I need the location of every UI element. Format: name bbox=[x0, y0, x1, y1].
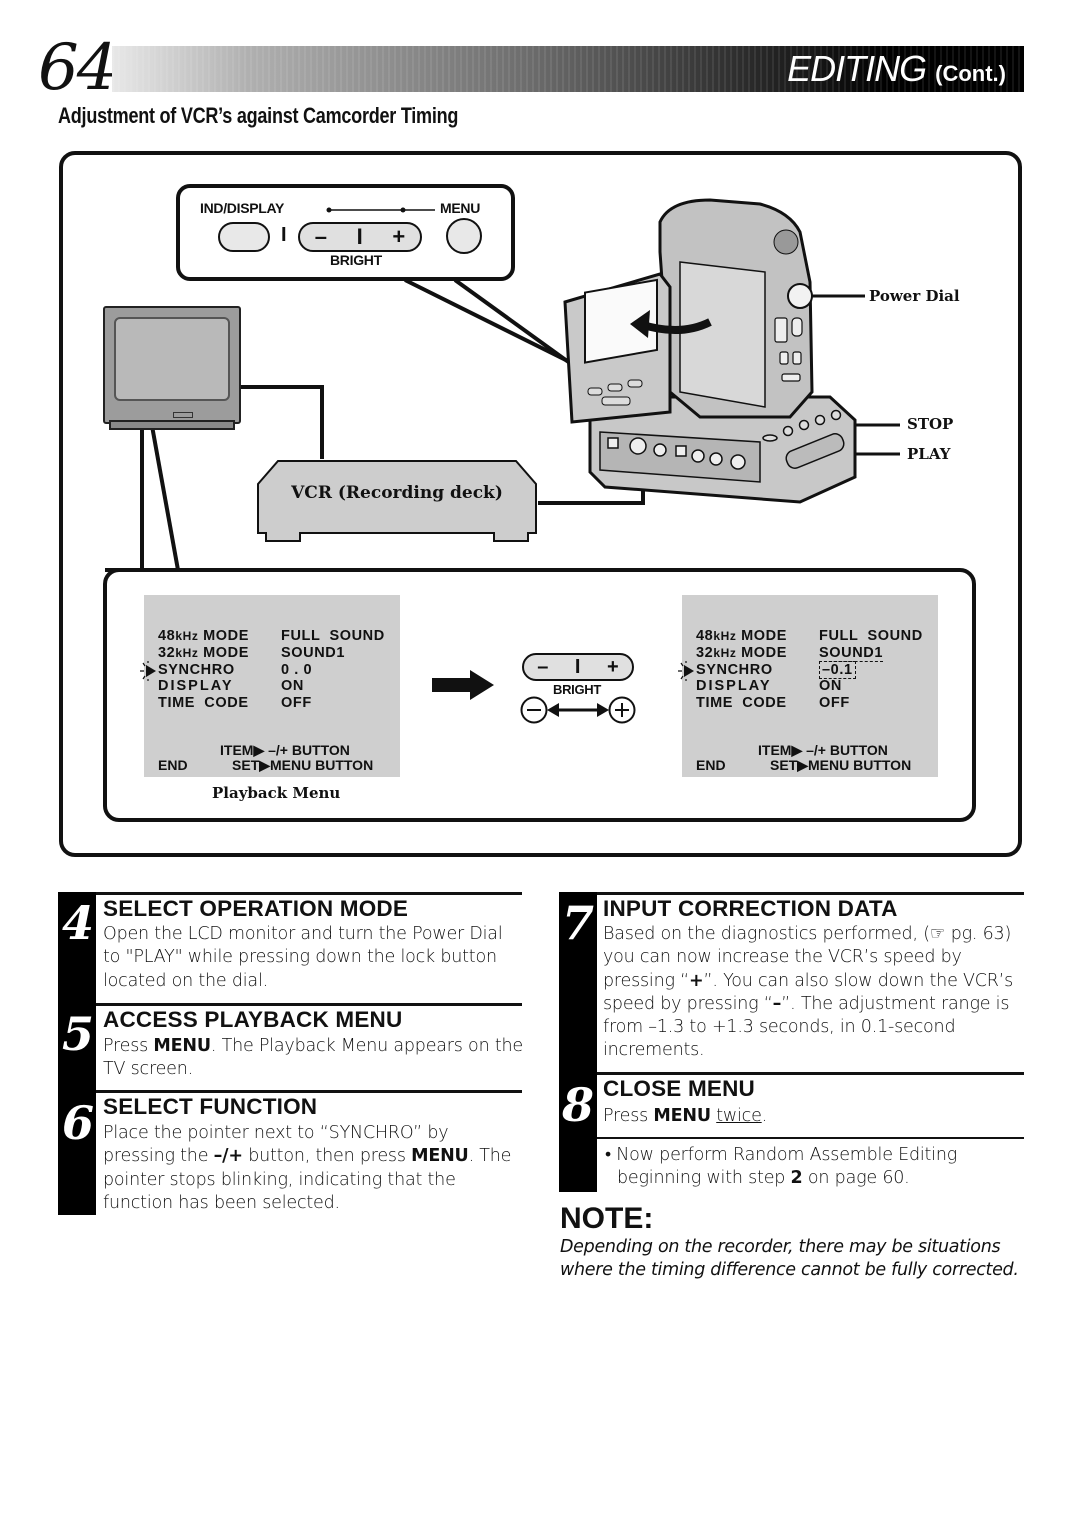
step-8-heading: CLOSE MENU bbox=[603, 1076, 756, 1101]
blinking-pointer-icon bbox=[678, 661, 694, 681]
step-8-rule bbox=[597, 1072, 1024, 1075]
menu-footer-set: SET▶MENU BUTTON bbox=[770, 757, 912, 773]
chapter-title-suffix: (Cont.) bbox=[935, 61, 1006, 86]
menu-label: MENU bbox=[440, 200, 481, 216]
television bbox=[103, 306, 241, 432]
chapter-header-bar: EDITING (Cont.) bbox=[112, 46, 1024, 92]
menu-row-time-code: TIME CODE OFF bbox=[158, 695, 312, 711]
minus-glyph: – bbox=[314, 224, 328, 249]
menu-row-synchro: SYNCHRO 0 . 0 bbox=[158, 662, 313, 678]
menu-footer-end: END bbox=[158, 757, 188, 773]
bright-label: BRIGHT bbox=[330, 252, 382, 268]
step-7-rule bbox=[597, 892, 1024, 895]
section-title: Adjustment of VCR’s against Camcorder Ti… bbox=[58, 103, 459, 128]
menu-footer-end-row: END SET▶MENU BUTTON bbox=[696, 757, 911, 773]
note-heading: NOTE: bbox=[560, 1202, 654, 1235]
page-number: 64 bbox=[38, 31, 117, 105]
menu-row-32khz: 32kHz MODE SOUND1 bbox=[696, 645, 884, 662]
tv-stand bbox=[109, 420, 235, 430]
transition-arrow-icon bbox=[432, 670, 494, 700]
menu-row-synchro: SYNCHRO –0.1 bbox=[696, 661, 856, 679]
step-6-body: Place the pointer next to “SYNCHRO” by p… bbox=[103, 1123, 512, 1213]
chapter-title-text: EDITING bbox=[787, 48, 927, 89]
ind-display-button[interactable] bbox=[218, 222, 270, 252]
step-6-number: 6 bbox=[62, 1096, 95, 1150]
step-5-number: 5 bbox=[62, 1007, 95, 1061]
menu-row-32khz: 32kHz MODE SOUND1 bbox=[158, 645, 346, 661]
blinking-pointer-icon bbox=[140, 661, 156, 681]
minus-plus-direction-icon bbox=[520, 696, 636, 724]
tv-body bbox=[103, 306, 241, 424]
step-5-rule bbox=[96, 1003, 522, 1006]
chapter-title: EDITING (Cont.) bbox=[787, 49, 1006, 94]
tv-screen bbox=[114, 317, 230, 401]
bright-indicator-line bbox=[326, 207, 435, 213]
step-4-rule bbox=[96, 892, 522, 895]
step-5-body: Press MENU. The Playback Menu appears on… bbox=[103, 1036, 523, 1080]
menu-row-48khz: 48kHz MODE FULL SOUND bbox=[158, 628, 385, 644]
step-6-heading: SELECT FUNCTION bbox=[103, 1094, 318, 1119]
play-callout: PLAY bbox=[907, 445, 951, 463]
playback-menu-before: 48kHz MODE FULL SOUND 32kHz MODE SOUND1 SY… bbox=[140, 595, 400, 777]
bright-rocker-illustration: – I + bbox=[522, 653, 634, 681]
camcorder-with-dock bbox=[563, 198, 857, 504]
bright-rocker-button[interactable]: – I + bbox=[298, 222, 422, 252]
step-7-body: Based on the diagnostics performed, (☞ p… bbox=[603, 924, 1014, 1061]
synchro-value-highlight: –0.1 bbox=[819, 661, 856, 679]
separator-glyph: I bbox=[281, 224, 287, 246]
menu-button[interactable] bbox=[446, 218, 482, 254]
divider-glyph: I bbox=[356, 224, 363, 249]
divider-glyph: I bbox=[574, 655, 581, 678]
playback-menu-after: 48kHz MODE FULL SOUND 32kHz MODE SOUND1 SY… bbox=[678, 595, 938, 777]
step-5-heading: ACCESS PLAYBACK MENU bbox=[103, 1007, 403, 1032]
power-dial-callout: Power Dial bbox=[869, 287, 960, 305]
step-7-heading: INPUT CORRECTION DATA bbox=[603, 896, 898, 921]
step-6-rule bbox=[96, 1090, 522, 1093]
playback-menu-caption: Playback Menu bbox=[212, 784, 341, 802]
tv-controls bbox=[173, 412, 193, 418]
power-dial bbox=[787, 283, 813, 309]
camcorder-control-panel: IND/DISPLAY MENU I – I + BRIGHT bbox=[176, 184, 515, 281]
stop-callout: STOP bbox=[907, 415, 954, 433]
step-8-bullet-rule bbox=[597, 1137, 1024, 1139]
menu-footer-end-row: END SET▶MENU BUTTON bbox=[158, 757, 373, 773]
menu-footer-set: SET▶MENU BUTTON bbox=[232, 757, 374, 773]
menu-row-48khz: 48kHz MODE FULL SOUND bbox=[696, 628, 923, 644]
minus-glyph: – bbox=[537, 655, 549, 678]
step-8-number: 8 bbox=[562, 1078, 595, 1132]
menu-footer-end: END bbox=[696, 757, 726, 773]
step-4-body: Open the LCD monitor and turn the Power … bbox=[103, 924, 503, 991]
note-body: Depending on the recorder, there may be … bbox=[560, 1237, 1019, 1281]
vcr-recording-deck: VCR (Recording deck) bbox=[256, 459, 538, 543]
step-8-body: Press MENU twice. bbox=[603, 1106, 768, 1126]
step-4-number: 4 bbox=[62, 896, 95, 950]
step-7-number: 7 bbox=[562, 896, 595, 950]
vcr-label: VCR (Recording deck) bbox=[291, 483, 503, 503]
plus-glyph: + bbox=[607, 655, 619, 678]
ind-display-label: IND/DISPLAY bbox=[200, 200, 285, 216]
step-4-heading: SELECT OPERATION MODE bbox=[103, 896, 409, 921]
plus-glyph: + bbox=[392, 224, 406, 249]
tv-vcr-cable bbox=[241, 385, 324, 459]
menu-row-display: DISPLAY ON bbox=[696, 678, 842, 694]
menu-row-display: DISPLAY ON bbox=[158, 678, 304, 694]
step-8-bullet: • Now perform Random Assemble Editing be… bbox=[605, 1145, 958, 1189]
page-reference-icon: ☞ bbox=[929, 924, 946, 944]
menu-row-time-code: TIME CODE OFF bbox=[696, 695, 850, 711]
